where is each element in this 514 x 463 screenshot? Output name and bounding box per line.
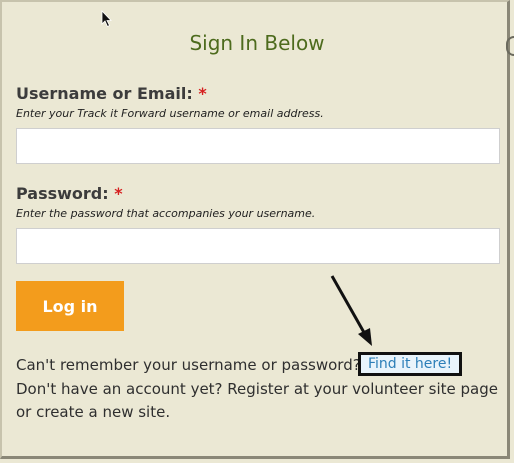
username-hint: Enter your Track it Forward username or … bbox=[16, 107, 324, 120]
register-text-line1: Don't have an account yet? Register at y… bbox=[16, 380, 498, 398]
password-label-text: Password: bbox=[16, 184, 109, 203]
register-text-line2: or create a new site. bbox=[16, 403, 171, 421]
find-it-here-link[interactable]: Find it here! bbox=[358, 352, 462, 376]
password-input[interactable] bbox=[16, 228, 500, 264]
password-hint: Enter the password that accompanies your… bbox=[16, 207, 316, 220]
username-label: Username or Email: * bbox=[16, 84, 207, 103]
forgot-credentials-text: Can't remember your username or password… bbox=[16, 356, 361, 374]
required-marker: * bbox=[114, 184, 123, 203]
username-label-text: Username or Email: bbox=[16, 84, 193, 103]
required-marker: * bbox=[198, 84, 207, 103]
mouse-cursor-icon bbox=[101, 10, 112, 28]
annotation-arrow-icon bbox=[330, 275, 372, 346]
password-label: Password: * bbox=[16, 184, 123, 203]
login-button[interactable]: Log in bbox=[16, 281, 124, 331]
page-title: Sign In Below bbox=[189, 31, 325, 55]
username-input[interactable] bbox=[16, 128, 500, 164]
